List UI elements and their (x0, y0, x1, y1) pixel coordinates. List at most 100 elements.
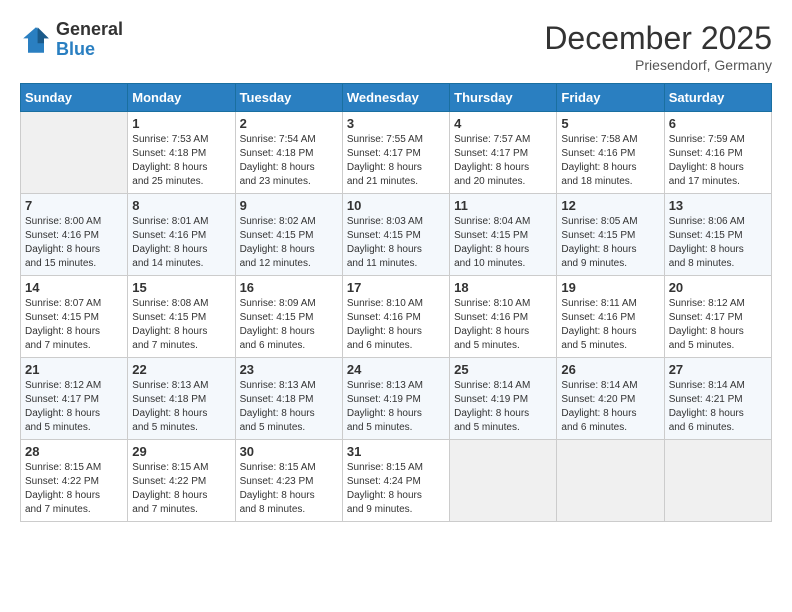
calendar-cell: 20 Sunrise: 8:12 AMSunset: 4:17 PMDayligh… (664, 276, 771, 358)
day-number: 12 (561, 198, 659, 213)
day-info: Sunrise: 8:09 AMSunset: 4:15 PMDaylight:… (240, 297, 338, 353)
day-info: Sunrise: 7:58 AMSunset: 4:16 PMDaylight:… (561, 133, 659, 189)
calendar-week-3: 14 Sunrise: 8:07 AMSunset: 4:15 PMDayligh… (21, 276, 772, 358)
calendar-cell: 7 Sunrise: 8:00 AMSunset: 4:16 PMDaylight… (21, 194, 128, 276)
day-number: 22 (132, 362, 230, 377)
logo-text: General Blue (56, 20, 123, 60)
day-info: Sunrise: 8:15 AMSunset: 4:22 PMDaylight:… (25, 461, 123, 517)
title-block: December 2025 Priesendorf, Germany (544, 20, 772, 73)
calendar-cell (450, 440, 557, 522)
day-info: Sunrise: 7:55 AMSunset: 4:17 PMDaylight:… (347, 133, 445, 189)
weekday-header-wednesday: Wednesday (342, 84, 449, 112)
day-info: Sunrise: 8:08 AMSunset: 4:15 PMDaylight:… (132, 297, 230, 353)
day-info: Sunrise: 8:15 AMSunset: 4:24 PMDaylight:… (347, 461, 445, 517)
calendar-cell: 19 Sunrise: 8:11 AMSunset: 4:16 PMDayligh… (557, 276, 664, 358)
calendar-cell (21, 112, 128, 194)
day-number: 16 (240, 280, 338, 295)
location: Priesendorf, Germany (544, 57, 772, 73)
calendar-cell: 16 Sunrise: 8:09 AMSunset: 4:15 PMDayligh… (235, 276, 342, 358)
day-info: Sunrise: 7:53 AMSunset: 4:18 PMDaylight:… (132, 133, 230, 189)
calendar-cell: 3Sunrise: 7:55 AMSunset: 4:17 PMDaylight… (342, 112, 449, 194)
day-number: 30 (240, 444, 338, 459)
day-info: Sunrise: 8:12 AMSunset: 4:17 PMDaylight:… (669, 297, 767, 353)
calendar-cell: 21Sunrise: 8:12 AMSunset: 4:17 PMDayligh… (21, 358, 128, 440)
calendar-cell: 10Sunrise: 8:03 AMSunset: 4:15 PMDayligh… (342, 194, 449, 276)
day-number: 26 (561, 362, 659, 377)
day-number: 13 (669, 198, 767, 213)
day-info: Sunrise: 7:59 AMSunset: 4:16 PMDaylight:… (669, 133, 767, 189)
day-info: Sunrise: 8:15 AMSunset: 4:23 PMDaylight:… (240, 461, 338, 517)
calendar-cell: 23 Sunrise: 8:13 AMSunset: 4:18 PMDayligh… (235, 358, 342, 440)
day-info: Sunrise: 7:57 AMSunset: 4:17 PMDaylight:… (454, 133, 552, 189)
weekday-header-monday: Monday (128, 84, 235, 112)
day-info: Sunrise: 8:13 AMSunset: 4:18 PMDaylight:… (132, 379, 230, 435)
page-header: General Blue December 2025 Priesendorf, … (20, 20, 772, 73)
day-number: 14 (25, 280, 123, 295)
day-info: Sunrise: 8:00 AMSunset: 4:16 PMDaylight:… (25, 215, 123, 271)
day-number: 24 (347, 362, 445, 377)
day-info: Sunrise: 8:10 AMSunset: 4:16 PMDaylight:… (347, 297, 445, 353)
day-info: Sunrise: 8:14 AMSunset: 4:20 PMDaylight:… (561, 379, 659, 435)
calendar-cell: 31 Sunrise: 8:15 AMSunset: 4:24 PMDayligh… (342, 440, 449, 522)
day-number: 19 (561, 280, 659, 295)
day-number: 4 (454, 116, 552, 131)
day-info: Sunrise: 8:11 AMSunset: 4:16 PMDaylight:… (561, 297, 659, 353)
day-info: Sunrise: 8:05 AMSunset: 4:15 PMDaylight:… (561, 215, 659, 271)
day-number: 15 (132, 280, 230, 295)
calendar-cell (557, 440, 664, 522)
calendar-cell: 30 Sunrise: 8:15 AMSunset: 4:23 PMDayligh… (235, 440, 342, 522)
day-number: 20 (669, 280, 767, 295)
calendar-cell: 27 Sunrise: 8:14 AMSunset: 4:21 PMDayligh… (664, 358, 771, 440)
day-number: 21 (25, 362, 123, 377)
day-number: 5 (561, 116, 659, 131)
weekday-header-saturday: Saturday (664, 84, 771, 112)
calendar-cell (664, 440, 771, 522)
day-number: 23 (240, 362, 338, 377)
day-number: 29 (132, 444, 230, 459)
calendar-cell: 6 Sunrise: 7:59 AMSunset: 4:16 PMDaylight… (664, 112, 771, 194)
day-info: Sunrise: 8:06 AMSunset: 4:15 PMDaylight:… (669, 215, 767, 271)
calendar-body: 1 Sunrise: 7:53 AMSunset: 4:18 PMDaylight… (21, 112, 772, 522)
day-info: Sunrise: 8:14 AMSunset: 4:21 PMDaylight:… (669, 379, 767, 435)
weekday-header-thursday: Thursday (450, 84, 557, 112)
day-number: 7 (25, 198, 123, 213)
calendar-cell: 17 Sunrise: 8:10 AMSunset: 4:16 PMDayligh… (342, 276, 449, 358)
calendar-cell: 14 Sunrise: 8:07 AMSunset: 4:15 PMDayligh… (21, 276, 128, 358)
day-number: 6 (669, 116, 767, 131)
calendar-week-2: 7 Sunrise: 8:00 AMSunset: 4:16 PMDaylight… (21, 194, 772, 276)
calendar-cell: 18 Sunrise: 8:10 AMSunset: 4:16 PMDayligh… (450, 276, 557, 358)
calendar-cell: 12 Sunrise: 8:05 AMSunset: 4:15 PMDayligh… (557, 194, 664, 276)
day-info: Sunrise: 8:07 AMSunset: 4:15 PMDaylight:… (25, 297, 123, 353)
weekday-header-sunday: Sunday (21, 84, 128, 112)
calendar-cell: 13 Sunrise: 8:06 AMSunset: 4:15 PMDayligh… (664, 194, 771, 276)
day-number: 31 (347, 444, 445, 459)
calendar-cell: 1 Sunrise: 7:53 AMSunset: 4:18 PMDaylight… (128, 112, 235, 194)
calendar-cell: 8Sunrise: 8:01 AMSunset: 4:16 PMDaylight… (128, 194, 235, 276)
day-number: 2 (240, 116, 338, 131)
day-number: 1 (132, 116, 230, 131)
calendar-cell: 29 Sunrise: 8:15 AMSunset: 4:22 PMDayligh… (128, 440, 235, 522)
day-info: Sunrise: 8:10 AMSunset: 4:16 PMDaylight:… (454, 297, 552, 353)
day-info: Sunrise: 8:13 AMSunset: 4:18 PMDaylight:… (240, 379, 338, 435)
calendar-header: SundayMondayTuesdayWednesdayThursdayFrid… (21, 84, 772, 112)
day-info: Sunrise: 7:54 AMSunset: 4:18 PMDaylight:… (240, 133, 338, 189)
logo: General Blue (20, 20, 123, 60)
calendar-cell: 11Sunrise: 8:04 AMSunset: 4:15 PMDayligh… (450, 194, 557, 276)
day-number: 18 (454, 280, 552, 295)
day-number: 9 (240, 198, 338, 213)
logo-icon (20, 24, 52, 56)
day-info: Sunrise: 8:14 AMSunset: 4:19 PMDaylight:… (454, 379, 552, 435)
logo-blue-text: Blue (56, 40, 123, 60)
day-number: 11 (454, 198, 552, 213)
calendar-cell: 5 Sunrise: 7:58 AMSunset: 4:16 PMDaylight… (557, 112, 664, 194)
day-number: 27 (669, 362, 767, 377)
calendar-cell: 15 Sunrise: 8:08 AMSunset: 4:15 PMDayligh… (128, 276, 235, 358)
calendar-cell: 24Sunrise: 8:13 AMSunset: 4:19 PMDayligh… (342, 358, 449, 440)
day-info: Sunrise: 8:15 AMSunset: 4:22 PMDaylight:… (132, 461, 230, 517)
calendar-cell: 2 Sunrise: 7:54 AMSunset: 4:18 PMDaylight… (235, 112, 342, 194)
day-number: 17 (347, 280, 445, 295)
day-info: Sunrise: 8:01 AMSunset: 4:16 PMDaylight:… (132, 215, 230, 271)
day-number: 25 (454, 362, 552, 377)
calendar-cell: 4 Sunrise: 7:57 AMSunset: 4:17 PMDaylight… (450, 112, 557, 194)
calendar-week-4: 21Sunrise: 8:12 AMSunset: 4:17 PMDayligh… (21, 358, 772, 440)
